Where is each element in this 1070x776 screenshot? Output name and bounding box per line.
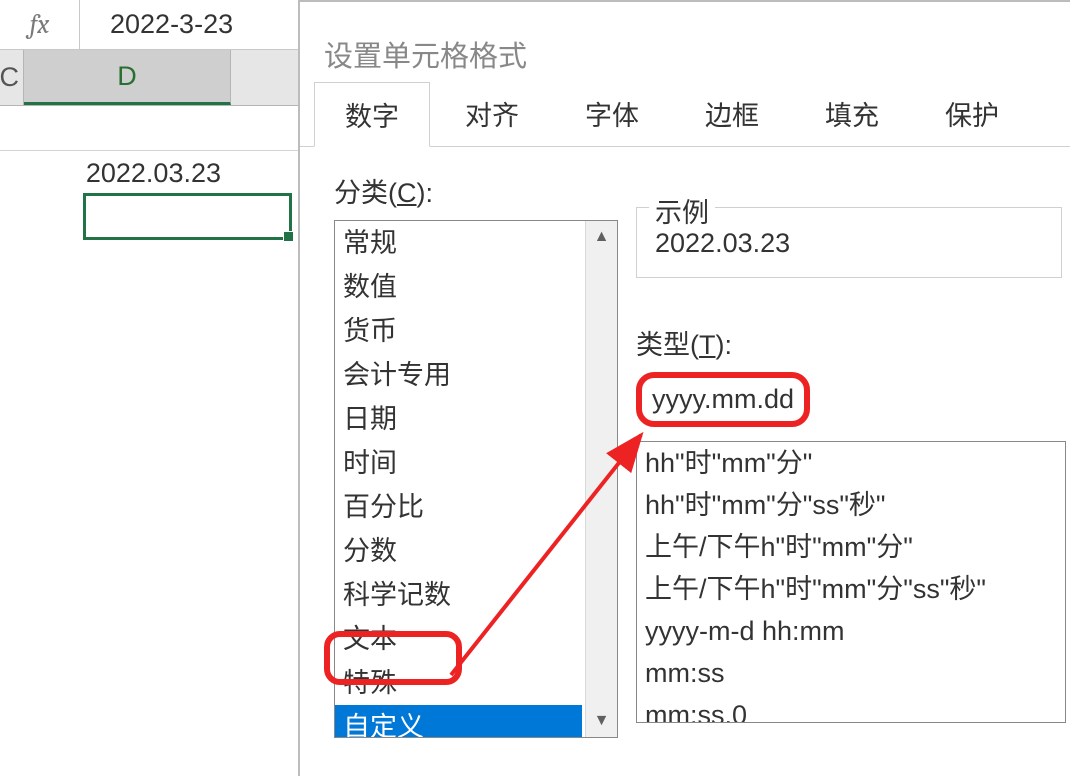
category-item-percentage[interactable]: 百分比 (335, 485, 617, 529)
dialog-body: 分类(C): 常规 数值 货币 会计专用 日期 时间 百分比 分数 科学记数 文… (300, 147, 1070, 738)
category-item-text[interactable]: 文本 (335, 617, 617, 661)
column-header-c[interactable]: C (0, 50, 24, 105)
type-section: 类型(T): yyyy.mm.dd hh"时"mm"分" hh"时"mm"分"s… (636, 323, 1066, 723)
formula-value[interactable]: 2022-3-23 (80, 9, 233, 40)
format-cells-dialog: 设置单元格格式 数字 对齐 字体 边框 填充 保护 分类(C): 常规 数值 货… (298, 0, 1070, 776)
type-option[interactable]: yyyy-m-d hh:mm (645, 610, 1065, 652)
type-list[interactable]: hh"时"mm"分" hh"时"mm"分"ss"秒" 上午/下午h"时"mm"分… (636, 441, 1066, 723)
dialog-tabs: 数字 对齐 字体 边框 填充 保护 (300, 87, 1070, 147)
scroll-up-icon[interactable]: ▲ (586, 221, 617, 253)
tab-fill[interactable]: 填充 (794, 81, 910, 146)
category-item-fraction[interactable]: 分数 (335, 529, 617, 573)
category-item-currency[interactable]: 货币 (335, 309, 617, 353)
category-item-custom[interactable]: 自定义 (335, 705, 582, 738)
type-option[interactable]: hh"时"mm"分" (645, 442, 1065, 484)
type-input[interactable]: yyyy.mm.dd (648, 382, 798, 417)
type-option[interactable]: mm:ss.0 (645, 694, 1065, 723)
type-label: 类型(T): (636, 323, 1066, 362)
example-group: 示例 2022.03.23 (636, 207, 1062, 278)
column-header-d[interactable]: D (24, 50, 231, 105)
type-option[interactable]: 上午/下午h"时"mm"分"ss"秒" (645, 568, 1065, 610)
category-scrollbar[interactable]: ▲ ▼ (585, 221, 617, 737)
type-option[interactable]: 上午/下午h"时"mm"分" (645, 526, 1065, 568)
category-item-special[interactable]: 特殊 (335, 661, 617, 705)
example-value: 2022.03.23 (655, 228, 1043, 259)
fx-icon[interactable]: fx (0, 0, 80, 49)
type-input-highlight: yyyy.mm.dd (636, 372, 810, 427)
tab-font[interactable]: 字体 (554, 81, 670, 146)
type-option[interactable]: hh"时"mm"分"ss"秒" (645, 484, 1065, 526)
scroll-down-icon[interactable]: ▼ (586, 705, 617, 737)
tab-number[interactable]: 数字 (314, 82, 430, 147)
example-label: 示例 (649, 191, 715, 230)
category-list[interactable]: 常规 数值 货币 会计专用 日期 时间 百分比 分数 科学记数 文本 特殊 自定… (334, 220, 618, 738)
type-option[interactable]: mm:ss (645, 652, 1065, 694)
selection-indicator (83, 193, 292, 240)
category-item-scientific[interactable]: 科学记数 (335, 573, 617, 617)
category-item-general[interactable]: 常规 (335, 221, 617, 265)
dialog-title: 设置单元格格式 (300, 2, 1070, 87)
cell-value[interactable]: 2022.03.23 (24, 151, 231, 195)
category-item-accounting[interactable]: 会计专用 (335, 353, 617, 397)
category-item-time[interactable]: 时间 (335, 441, 617, 485)
tab-border[interactable]: 边框 (674, 81, 790, 146)
tab-alignment[interactable]: 对齐 (434, 81, 550, 146)
tab-protection[interactable]: 保护 (914, 81, 1030, 146)
category-item-number[interactable]: 数值 (335, 265, 617, 309)
category-item-date[interactable]: 日期 (335, 397, 617, 441)
